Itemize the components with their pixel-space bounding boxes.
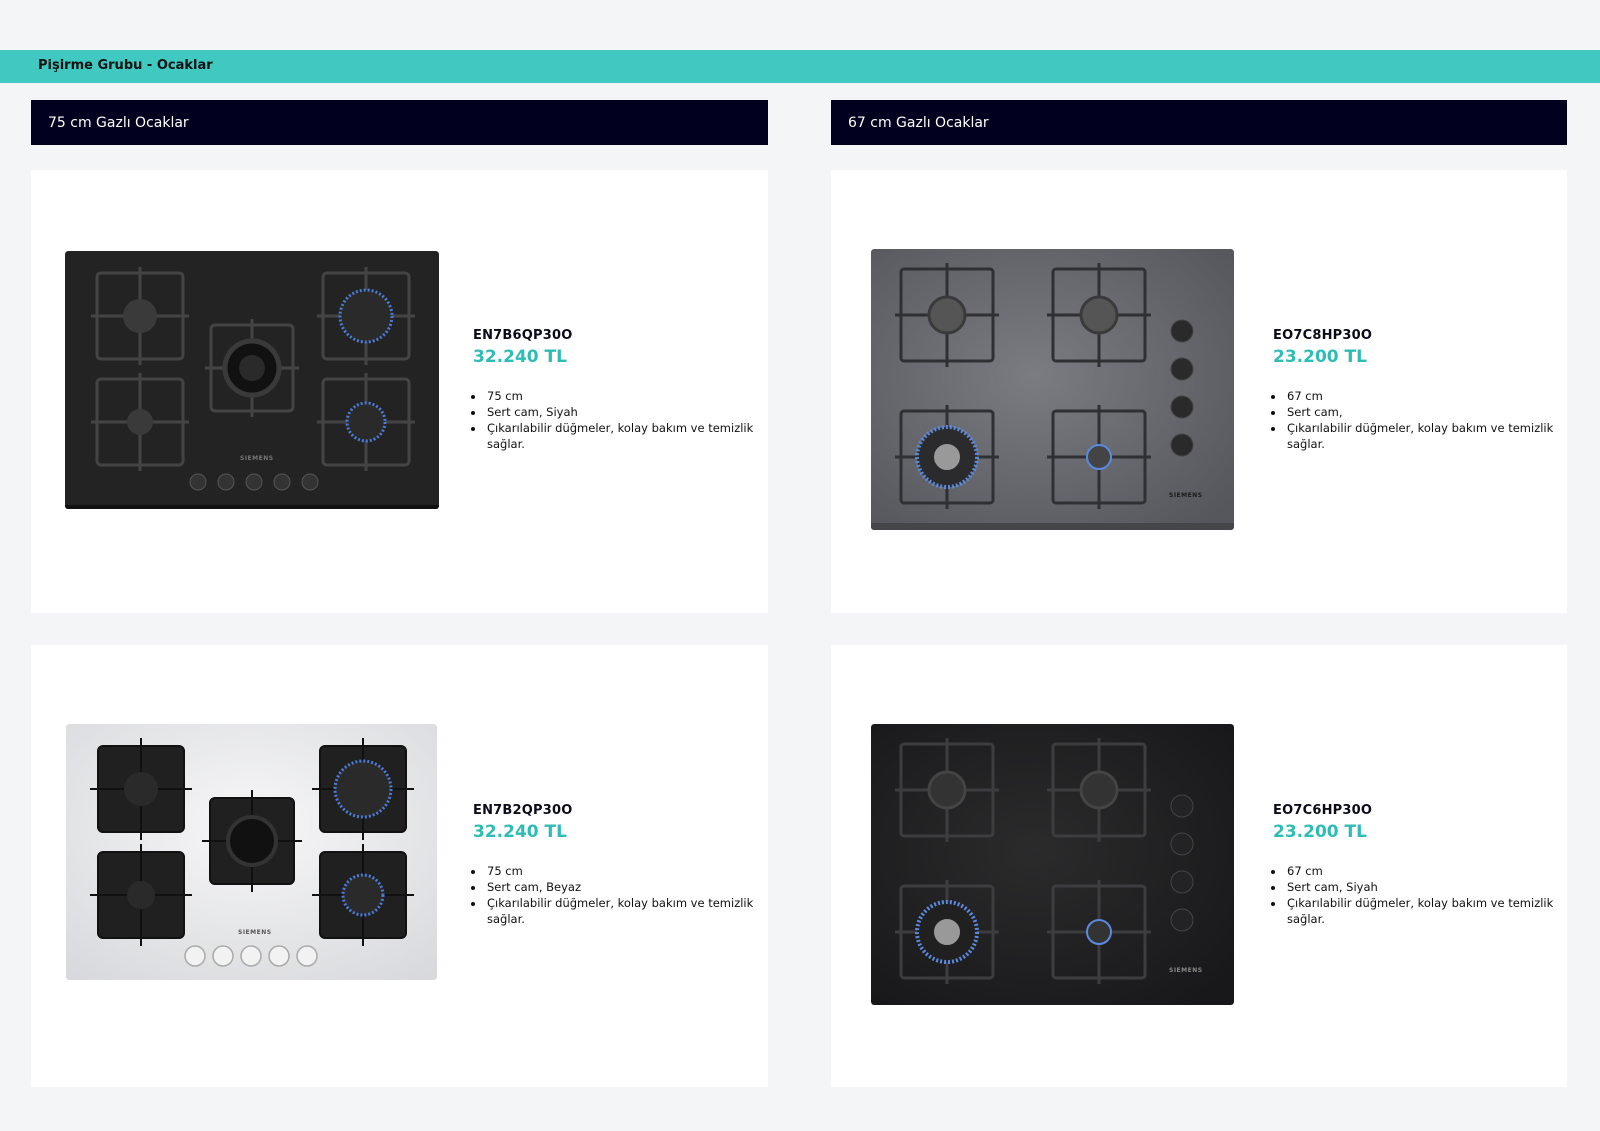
brand-logo: SIEMENS bbox=[240, 455, 274, 462]
burner bbox=[927, 295, 967, 335]
flame-burner bbox=[1086, 444, 1112, 470]
hob-image bbox=[871, 724, 1234, 1005]
product-price: 23.200 TL bbox=[1273, 822, 1367, 842]
flame-burner bbox=[345, 401, 387, 443]
burner bbox=[1079, 770, 1119, 810]
spec-item: Sert cam, Beyaz bbox=[485, 879, 763, 895]
hob-image bbox=[871, 249, 1234, 530]
burner bbox=[123, 299, 157, 333]
product-price: 32.240 TL bbox=[473, 347, 567, 367]
column-header-67cm: 67 cm Gazlı Ocaklar bbox=[831, 100, 1567, 145]
brand-logo: SIEMENS bbox=[238, 929, 272, 936]
flame-burner bbox=[1086, 919, 1112, 945]
product-model: EN7B6QP30O bbox=[473, 328, 573, 343]
product-model: EO7C6HP30O bbox=[1273, 803, 1373, 818]
product-card[interactable]: SIEMENS EN7B6QP30O 32.240 TL 75 cm Sert … bbox=[31, 170, 768, 613]
spec-item: Çıkarılabilir düğmeler, kolay bakım ve t… bbox=[1285, 895, 1563, 927]
product-price: 32.240 TL bbox=[473, 822, 567, 842]
spec-item: Çıkarılabilir düğmeler, kolay bakım ve t… bbox=[485, 420, 763, 452]
spec-list: 67 cm Sert cam, Siyah Çıkarılabilir düğm… bbox=[1273, 863, 1563, 927]
brand-logo: SIEMENS bbox=[1169, 492, 1203, 499]
spec-item: Sert cam, Siyah bbox=[1285, 879, 1563, 895]
hob-image bbox=[66, 724, 437, 980]
brand-logo: SIEMENS bbox=[1169, 967, 1203, 974]
flame-burner bbox=[338, 288, 394, 344]
product-card[interactable]: SIEMENS EO7C8HP30O 23.200 TL 67 cm Sert … bbox=[831, 170, 1567, 613]
burner bbox=[1079, 295, 1119, 335]
flame-burner bbox=[333, 759, 393, 819]
column-header-75cm: 75 cm Gazlı Ocaklar bbox=[31, 100, 768, 145]
burner bbox=[927, 770, 967, 810]
spec-list: 67 cm Sert cam, Çıkarılabilir düğmeler, … bbox=[1273, 388, 1563, 452]
spec-list: 75 cm Sert cam, Beyaz Çıkarılabilir düğm… bbox=[473, 863, 763, 927]
burner bbox=[127, 409, 153, 435]
spec-item: 75 cm bbox=[485, 863, 763, 879]
spec-item: Sert cam, Siyah bbox=[485, 404, 763, 420]
flame-burner bbox=[341, 873, 385, 917]
product-card[interactable]: SIEMENS EO7C6HP30O 23.200 TL 67 cm Sert … bbox=[831, 645, 1567, 1087]
product-price: 23.200 TL bbox=[1273, 347, 1367, 367]
spec-item: Sert cam, bbox=[1285, 404, 1563, 420]
product-model: EN7B2QP30O bbox=[473, 803, 573, 818]
spec-item: 75 cm bbox=[485, 388, 763, 404]
burner bbox=[127, 881, 155, 909]
wok-burner bbox=[226, 815, 278, 867]
product-model: EO7C8HP30O bbox=[1273, 328, 1373, 343]
spec-item: Çıkarılabilir düğmeler, kolay bakım ve t… bbox=[485, 895, 763, 927]
group-bar: Pişirme Grubu - Ocaklar bbox=[0, 50, 1600, 83]
burner bbox=[124, 772, 158, 806]
spec-list: 75 cm Sert cam, Siyah Çıkarılabilir düğm… bbox=[473, 388, 763, 452]
group-title: Pişirme Grubu - Ocaklar bbox=[38, 58, 213, 73]
spec-item: 67 cm bbox=[1285, 388, 1563, 404]
hob-image bbox=[65, 251, 439, 509]
spec-item: 67 cm bbox=[1285, 863, 1563, 879]
product-card[interactable]: SIEMENS EN7B2QP30O 32.240 TL 75 cm Sert … bbox=[31, 645, 768, 1087]
spec-item: Çıkarılabilir düğmeler, kolay bakım ve t… bbox=[1285, 420, 1563, 452]
